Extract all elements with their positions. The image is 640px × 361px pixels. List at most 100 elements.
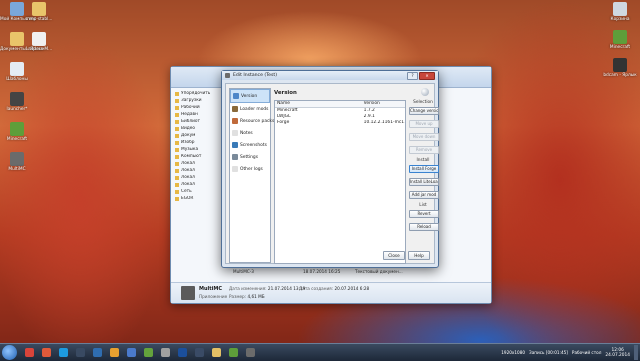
nav-item-screenshots[interactable]: Screenshots bbox=[230, 139, 270, 151]
file-name: MultiMC-3 bbox=[233, 269, 254, 274]
change-version-button[interactable]: Change version bbox=[409, 107, 439, 115]
desktop-icon-label: Minecraft bbox=[6, 137, 28, 142]
remove-button[interactable]: Remove bbox=[409, 146, 439, 154]
file-type: Текстовый докумен... bbox=[355, 269, 403, 274]
explorer-nav-item[interactable]: Локал bbox=[175, 175, 219, 182]
explorer-navigation-pane[interactable]: Упорядочить Загрузки Рабочий Недавн Библиот В… bbox=[175, 91, 219, 281]
explorer-nav-item[interactable]: Загрузки bbox=[175, 98, 219, 105]
explorer-icon bbox=[211, 348, 221, 357]
explorer-nav-item[interactable]: Недавн bbox=[175, 112, 219, 119]
nav-item-label: Settings bbox=[240, 154, 259, 160]
nav-item-loader-mods[interactable]: Loader mods bbox=[230, 103, 270, 115]
desktop-icon[interactable]: MultiMC bbox=[0, 152, 34, 172]
column-header-version[interactable]: Version bbox=[362, 101, 405, 107]
desktop-icon[interactable]: Minecraft bbox=[0, 122, 34, 142]
desktop-icon[interactable]: Шаблоны bbox=[0, 62, 34, 82]
explorer-nav-item[interactable]: Видео bbox=[175, 126, 219, 133]
nav-item-settings[interactable]: Settings bbox=[230, 151, 270, 163]
taskbar-video-button[interactable] bbox=[90, 346, 104, 359]
edit-instance-dialog[interactable]: Edit Instance (Test) ? ✕ Version Loader m… bbox=[221, 70, 439, 268]
nav-item-icon bbox=[232, 118, 238, 124]
nav-item-other-logs[interactable]: Other logs bbox=[230, 163, 270, 175]
desktop-toolbar-label[interactable]: Рабочий стол bbox=[572, 350, 601, 355]
close-window-button[interactable]: ✕ bbox=[419, 72, 435, 80]
reload-button[interactable]: Reload bbox=[409, 223, 439, 231]
explorer-nav-item[interactable]: Упорядочить bbox=[175, 91, 219, 98]
desktop-icon[interactable]: Ladders-M... bbox=[22, 32, 56, 52]
video-icon bbox=[92, 348, 102, 357]
desktop-icon[interactable]: mmc-stabl... bbox=[22, 2, 56, 22]
dialog-help-button[interactable]: Help bbox=[408, 251, 430, 260]
nav-item-resource-packs[interactable]: Resource packs bbox=[230, 115, 274, 127]
move-up-button[interactable]: Move up bbox=[409, 120, 439, 128]
revert-button[interactable]: Revert bbox=[409, 210, 439, 218]
explorer-nav-item[interactable]: Рабочий bbox=[175, 105, 219, 112]
desktop-icon-image bbox=[32, 2, 46, 16]
desktop-icon[interactable]: launcher* bbox=[0, 92, 34, 112]
group-selection-label: Selection bbox=[413, 100, 433, 105]
dialog-close-button[interactable]: Close bbox=[383, 251, 405, 260]
desktop-icon-label: bdcam - Ярлык bbox=[603, 73, 637, 78]
nav-item-label: Notes bbox=[240, 130, 253, 136]
desktop-icon-image bbox=[32, 32, 46, 46]
desktop-icon[interactable]: bdcam - Ярлык bbox=[603, 58, 637, 78]
explorer-nav-item[interactable]: Докум bbox=[175, 133, 219, 140]
desktop-icon-image bbox=[10, 92, 24, 106]
show-desktop-button[interactable] bbox=[634, 345, 638, 360]
desktop-icon-label: launcher* bbox=[6, 107, 28, 112]
taskbar-photoshop-button[interactable] bbox=[175, 346, 189, 359]
taskbar-multimc-button[interactable] bbox=[243, 346, 257, 359]
taskbar-minecraft-button[interactable] bbox=[226, 346, 240, 359]
explorer-nav-item[interactable]: Компьют bbox=[175, 154, 219, 161]
page-navigation-list[interactable]: Version Loader mods Resource packs Notes Scr… bbox=[229, 88, 274, 263]
taskbar-skype-button[interactable] bbox=[56, 346, 70, 359]
explorer-nav-item[interactable]: Локал bbox=[175, 168, 219, 175]
components-table[interactable]: Name Version Minecraft 1.7.2 LWJGL 2.9.1 For… bbox=[274, 100, 406, 264]
taskbar-explorer-button[interactable] bbox=[209, 346, 223, 359]
desktop-icon-label: MultiMC bbox=[8, 167, 26, 172]
desktop-icon[interactable]: Корзина bbox=[603, 2, 637, 22]
column-header-name[interactable]: Name bbox=[275, 101, 362, 107]
nav-item-icon bbox=[232, 142, 238, 148]
taskbar-chrome-button[interactable] bbox=[22, 346, 36, 359]
clock[interactable]: 12:06 24.07.2014 bbox=[605, 348, 630, 358]
explorer-nav-item[interactable]: Сеть bbox=[175, 189, 219, 196]
system-tray: 1920x1080 Запись [00:01:45] Рабочий стол… bbox=[501, 344, 638, 361]
taskbar-folder-button[interactable] bbox=[192, 346, 206, 359]
explorer-nav-item[interactable]: EGOR bbox=[175, 196, 219, 203]
nav-item-version[interactable]: Version bbox=[230, 89, 270, 103]
taskbar-notes-button[interactable] bbox=[158, 346, 172, 359]
explorer-nav-item[interactable]: Локал bbox=[175, 182, 219, 189]
move-down-button[interactable]: Move down bbox=[409, 133, 439, 141]
notes-icon bbox=[160, 348, 170, 357]
desktop-icon-label: Ladders-M... bbox=[25, 47, 53, 52]
details-modified-label: Дата изменения: bbox=[229, 286, 267, 291]
start-button[interactable] bbox=[2, 345, 17, 360]
nav-item-icon bbox=[232, 166, 238, 172]
explorer-nav-item[interactable]: Локал bbox=[175, 161, 219, 168]
install-forge-button[interactable]: Install Forge bbox=[409, 165, 439, 173]
dialog-titlebar[interactable]: Edit Instance (Test) ? ✕ bbox=[222, 71, 438, 80]
help-title-button[interactable]: ? bbox=[407, 72, 418, 80]
nav-item-label: Version bbox=[241, 93, 258, 99]
table-row[interactable]: Forge 10.12.2.1161-mc172 bbox=[275, 120, 405, 126]
table-header: Name Version bbox=[275, 101, 405, 108]
nav-item-notes[interactable]: Notes bbox=[230, 127, 270, 139]
desktop-icon[interactable]: Minecraft bbox=[603, 30, 637, 50]
add-jar-mod-button[interactable]: Add jar mod bbox=[409, 191, 439, 199]
taskbar-utorrent-button[interactable] bbox=[141, 346, 155, 359]
file-row[interactable]: MultiMC-3 18.07.2014 16:25 Текстовый докум… bbox=[233, 269, 403, 275]
explorer-nav-item[interactable]: Изобр bbox=[175, 140, 219, 147]
component-version: 10.12.2.1161-mc172 bbox=[363, 120, 405, 125]
explorer-nav-item[interactable]: Музыка bbox=[175, 147, 219, 154]
desktop-icon-label: mmc-stabl... bbox=[25, 17, 53, 22]
taskbar-record-button[interactable] bbox=[107, 346, 121, 359]
clock-date: 24.07.2014 bbox=[605, 352, 630, 358]
explorer-nav-item[interactable]: Библиот bbox=[175, 119, 219, 126]
taskbar-steam-button[interactable] bbox=[73, 346, 87, 359]
desktop-icon-label: Корзина bbox=[610, 17, 630, 22]
taskbar-opera-button[interactable] bbox=[39, 346, 53, 359]
taskbar: 1920x1080 Запись [00:01:45] Рабочий стол… bbox=[0, 343, 640, 361]
taskbar-chat-button[interactable] bbox=[124, 346, 138, 359]
install-liteloader-button[interactable]: Install LiteLoader bbox=[409, 178, 439, 186]
